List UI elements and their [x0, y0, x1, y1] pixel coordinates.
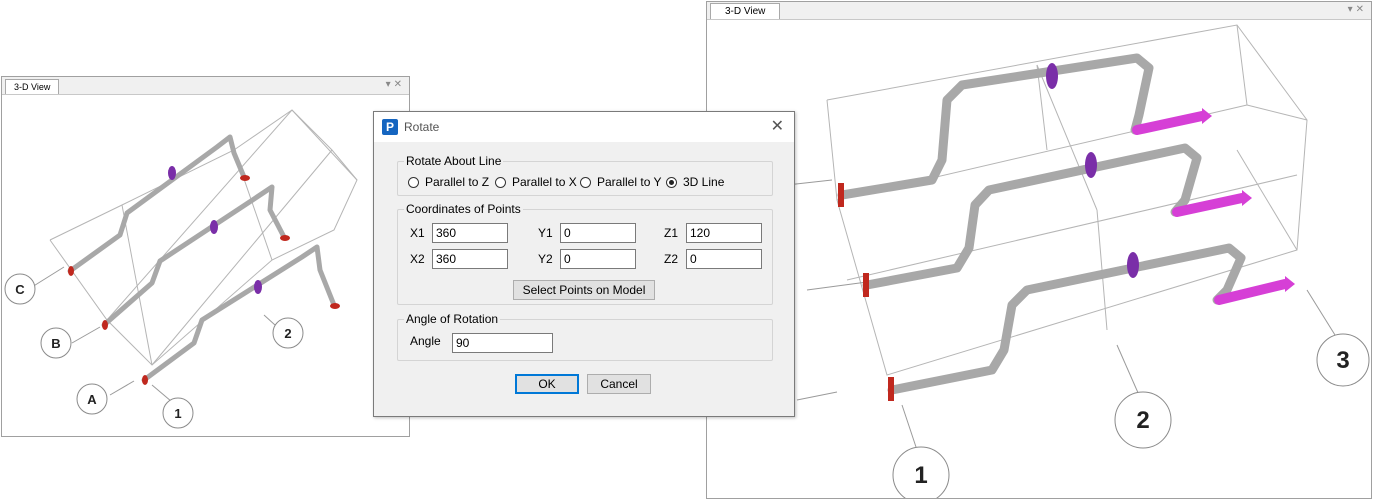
angle-field[interactable]: [452, 333, 553, 353]
grid-bubble-a-label: A: [87, 392, 97, 407]
left-view-window-buttons: ▾✕: [386, 77, 405, 93]
grid-bubble-c-label: C: [15, 282, 25, 297]
grid-bubble-1-right-label: 1: [914, 462, 927, 489]
cancel-button[interactable]: Cancel: [587, 374, 651, 394]
right-view-window-buttons: ▾✕: [1348, 2, 1367, 18]
right-model-canvas[interactable]: 1 2 3: [707, 20, 1371, 498]
x1-field[interactable]: [432, 223, 508, 243]
left-fittings: [68, 166, 340, 385]
left-3d-view-window[interactable]: 3-D View ▾✕ C B A 1 2: [1, 76, 410, 437]
radio-parallel-x-label: Parallel to X: [512, 175, 577, 189]
grid-bubble-a: A: [76, 383, 108, 415]
grid-bubble-1-left: 1: [162, 397, 194, 429]
dialog-close-button[interactable]: ✕: [771, 116, 784, 136]
x2-field[interactable]: [432, 249, 508, 269]
grid-bubble-2-right: 2: [1114, 391, 1172, 449]
radio-parallel-y-circle[interactable]: [580, 176, 591, 188]
close-icon[interactable]: ✕: [1356, 4, 1367, 15]
rotate-about-line-group: Rotate About Line Parallel to Z Parallel…: [397, 154, 773, 196]
right-supports: [1132, 111, 1290, 305]
radio-parallel-x-circle[interactable]: [495, 176, 506, 188]
ok-button[interactable]: OK: [515, 374, 579, 394]
right-grid-lines: [786, 179, 1336, 451]
grid-bubble-2-left-label: 2: [284, 326, 291, 341]
close-icon[interactable]: ✕: [394, 79, 405, 90]
grid-bubble-1-left-label: 1: [174, 406, 181, 421]
right-view-tab[interactable]: 3-D View: [710, 3, 781, 19]
grid-bubble-1-right: 1: [892, 446, 950, 498]
radio-parallel-y-label: Parallel to Y: [597, 175, 662, 189]
rotate-about-line-label: Rotate About Line: [404, 154, 504, 168]
select-points-button[interactable]: Select Points on Model: [513, 280, 655, 300]
y1-label: Y1: [538, 226, 553, 240]
radio-3d-line-circle[interactable]: [666, 176, 677, 188]
grid-bubble-c: C: [4, 273, 36, 305]
grid-bubble-3-right: 3: [1316, 333, 1370, 387]
right-3d-view-window[interactable]: 3-D View ▾✕ 1 2 3: [706, 1, 1372, 499]
dropdown-icon[interactable]: ▾: [1348, 4, 1356, 15]
z2-label: Z2: [664, 252, 679, 266]
angle-of-rotation-label: Angle of Rotation: [404, 312, 501, 326]
radio-3d-line[interactable]: 3D Line: [666, 175, 724, 189]
left-model-canvas[interactable]: C B A 1 2: [2, 95, 409, 436]
right-pipe-runs: [837, 53, 1246, 395]
y2-field[interactable]: [560, 249, 636, 269]
grid-bubble-b: B: [40, 327, 72, 359]
radio-parallel-y[interactable]: Parallel to Y: [580, 175, 661, 189]
coordinates-group: Coordinates of Points X1 Y1 Z1 X2 Y2 Z2 …: [397, 202, 773, 305]
radio-parallel-x[interactable]: Parallel to X: [495, 175, 577, 189]
y1-field[interactable]: [560, 223, 636, 243]
rotate-dialog: P Rotate ✕ Rotate About Line Parallel to…: [373, 111, 795, 417]
angle-of-rotation-group: Angle of Rotation Angle: [397, 312, 773, 361]
radio-parallel-z-circle[interactable]: [408, 176, 419, 188]
app-logo-icon: P: [382, 119, 398, 135]
x1-label: X1: [410, 226, 425, 240]
grid-bubble-3-right-label: 3: [1336, 347, 1349, 374]
left-view-tabstrip: 3-D View ▾✕: [2, 77, 409, 95]
x2-label: X2: [410, 252, 425, 266]
grid-bubble-2-right-label: 2: [1136, 407, 1149, 434]
left-bounding-box: [49, 109, 358, 366]
z1-field[interactable]: [686, 223, 762, 243]
left-view-tab[interactable]: 3-D View: [5, 79, 60, 94]
grid-bubble-2-left: 2: [272, 317, 304, 349]
radio-3d-line-label: 3D Line: [683, 175, 725, 189]
radio-parallel-z-label: Parallel to Z: [425, 175, 490, 189]
dropdown-icon[interactable]: ▾: [386, 79, 394, 90]
coordinates-label: Coordinates of Points: [404, 202, 523, 216]
right-fittings: [838, 63, 1295, 401]
z2-field[interactable]: [686, 249, 762, 269]
z1-label: Z1: [664, 226, 679, 240]
right-view-tabstrip: 3-D View ▾✕: [707, 2, 1371, 20]
radio-parallel-z[interactable]: Parallel to Z: [408, 175, 489, 189]
grid-bubble-b-label: B: [51, 336, 60, 351]
dialog-titlebar[interactable]: P Rotate ✕: [374, 112, 794, 142]
dialog-title: Rotate: [404, 120, 440, 134]
y2-label: Y2: [538, 252, 553, 266]
angle-label: Angle: [410, 334, 441, 348]
